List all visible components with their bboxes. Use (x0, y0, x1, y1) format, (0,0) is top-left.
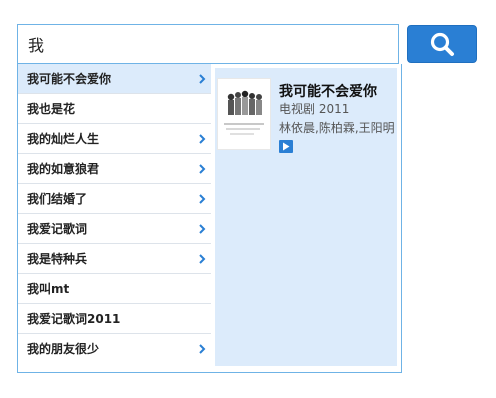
chevron-right-icon (197, 124, 207, 154)
suggestion-item[interactable]: 我的朋友很少 (18, 334, 211, 364)
play-button[interactable] (279, 140, 293, 153)
preview-panel: 我可能不会爱你 电视剧 2011 林依晨,陈柏霖,王阳明 (215, 68, 397, 366)
suggestion-label: 我的灿烂人生 (27, 132, 100, 146)
suggestion-dropdown: 我可能不会爱你 我也是花 我的灿烂人生 我的如意狼君 我们结婚了 我爱记歌词 我… (17, 64, 402, 373)
suggestion-item[interactable]: 我可能不会爱你 (18, 64, 211, 94)
poster-image[interactable] (217, 78, 271, 150)
suggestion-item[interactable]: 我的如意狼君 (18, 154, 211, 184)
suggestion-item[interactable]: 我们结婚了 (18, 184, 211, 214)
search-icon (430, 32, 454, 56)
search-button[interactable] (407, 25, 477, 63)
suggestion-item[interactable]: 我也是花 (18, 94, 211, 124)
suggestion-label: 我的朋友很少 (27, 342, 100, 356)
preview-type-year: 电视剧 2011 (279, 102, 350, 116)
suggestion-label: 我是特种兵 (27, 252, 88, 266)
chevron-right-icon (197, 334, 207, 364)
chevron-right-icon (197, 154, 207, 184)
suggestion-label: 我们结婚了 (27, 192, 88, 206)
preview-title[interactable]: 我可能不会爱你 (279, 81, 377, 101)
suggestion-label: 我爱记歌词2011 (27, 312, 121, 326)
play-icon (283, 142, 290, 151)
search-input[interactable] (17, 24, 399, 64)
suggestion-label: 我爱记歌词 (27, 222, 88, 236)
suggestion-item[interactable]: 我的灿烂人生 (18, 124, 211, 154)
chevron-right-icon (197, 64, 207, 94)
suggestion-item[interactable]: 我是特种兵 (18, 244, 211, 274)
suggestion-list: 我可能不会爱你 我也是花 我的灿烂人生 我的如意狼君 我们结婚了 我爱记歌词 我… (18, 64, 211, 364)
chevron-right-icon (197, 214, 207, 244)
suggestion-label: 我也是花 (27, 102, 76, 116)
suggestion-label: 我叫mt (27, 282, 70, 296)
suggestion-item[interactable]: 我爱记歌词2011 (18, 304, 211, 334)
chevron-right-icon (197, 184, 207, 214)
suggestion-label: 我的如意狼君 (27, 162, 100, 176)
suggestion-label: 我可能不会爱你 (27, 72, 112, 86)
suggestion-item[interactable]: 我叫mt (18, 274, 211, 304)
preview-cast: 林依晨,陈柏霖,王阳明 (279, 121, 395, 135)
chevron-right-icon (197, 244, 207, 274)
suggestion-item[interactable]: 我爱记歌词 (18, 214, 211, 244)
